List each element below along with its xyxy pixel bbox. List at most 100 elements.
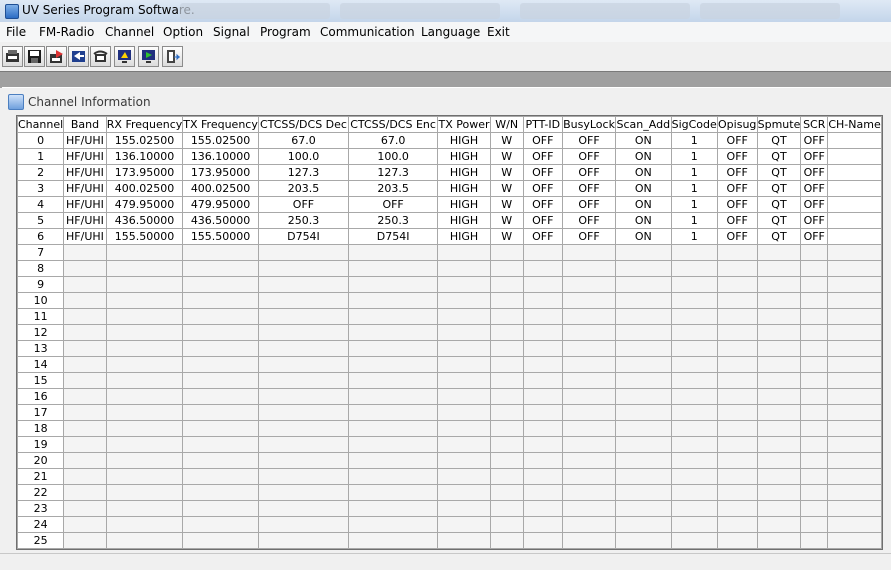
table-cell[interactable] [348, 276, 439, 293]
table-cell[interactable] [827, 324, 882, 341]
table-cell[interactable] [522, 484, 564, 501]
table-cell[interactable]: QT [756, 196, 802, 213]
table-cell[interactable] [827, 436, 882, 453]
table-cell[interactable]: 127.3 [348, 164, 439, 181]
table-cell[interactable] [670, 452, 718, 469]
table-cell[interactable] [522, 292, 564, 309]
table-cell[interactable] [348, 500, 439, 517]
table-cell[interactable] [756, 388, 802, 405]
table-cell[interactable] [615, 340, 672, 357]
table-cell[interactable] [670, 420, 718, 437]
table-cell[interactable] [756, 340, 802, 357]
table-cell[interactable] [257, 436, 350, 453]
table-cell[interactable] [615, 276, 672, 293]
table-cell[interactable] [615, 372, 672, 389]
table-cell[interactable] [827, 196, 882, 213]
table-row[interactable]: 13 [17, 340, 882, 357]
column-header[interactable]: BusyLock [562, 116, 617, 133]
table-cell[interactable]: OFF [716, 164, 758, 181]
table-cell[interactable] [63, 436, 107, 453]
table-row[interactable]: 12 [17, 324, 882, 341]
table-cell[interactable] [756, 516, 802, 533]
table-cell[interactable] [716, 388, 758, 405]
table-cell[interactable]: 173.95000 [105, 164, 184, 181]
table-cell[interactable]: HIGH [437, 164, 491, 181]
phone-button[interactable] [90, 46, 111, 67]
table-cell[interactable] [827, 260, 882, 277]
table-cell[interactable]: ON [615, 212, 672, 229]
table-cell[interactable] [348, 516, 439, 533]
table-row[interactable]: 21 [17, 468, 882, 485]
menu-exit[interactable]: Exit [487, 25, 510, 39]
table-cell[interactable] [756, 420, 802, 437]
table-cell[interactable]: OFF [522, 148, 564, 165]
table-cell[interactable] [489, 404, 524, 421]
column-header[interactable]: PTT-ID [522, 116, 564, 133]
table-cell[interactable] [348, 292, 439, 309]
table-cell[interactable] [348, 404, 439, 421]
table-cell[interactable]: 1 [670, 180, 718, 197]
table-cell[interactable] [182, 388, 259, 405]
table-cell[interactable] [827, 212, 882, 229]
table-cell[interactable]: 479.95000 [105, 196, 184, 213]
table-cell[interactable] [63, 356, 107, 373]
table-cell[interactable] [105, 516, 184, 533]
table-cell[interactable] [800, 292, 829, 309]
column-header[interactable]: Band [63, 116, 107, 133]
table-cell[interactable]: 155.50000 [105, 228, 184, 245]
table-cell[interactable] [257, 404, 350, 421]
table-cell[interactable] [756, 404, 802, 421]
table-cell[interactable] [670, 500, 718, 517]
table-cell[interactable] [348, 452, 439, 469]
table-cell[interactable] [182, 420, 259, 437]
table-cell[interactable] [105, 436, 184, 453]
table-cell[interactable] [182, 436, 259, 453]
table-cell[interactable]: OFF [800, 132, 829, 149]
table-cell[interactable]: OFF [522, 164, 564, 181]
table-cell[interactable]: 67.0 [257, 132, 350, 149]
table-cell[interactable] [63, 500, 107, 517]
table-cell[interactable] [800, 308, 829, 325]
table-cell[interactable] [182, 244, 259, 261]
table-cell[interactable] [63, 452, 107, 469]
table-cell[interactable] [257, 516, 350, 533]
table-cell[interactable]: 155.02500 [105, 132, 184, 149]
table-cell[interactable] [562, 500, 617, 517]
table-cell[interactable] [716, 500, 758, 517]
table-cell[interactable] [105, 372, 184, 389]
table-row[interactable]: 2 HF/UHI 173.95000 173.95000 127.3 127.3 HIGH W… [17, 164, 882, 181]
table-cell[interactable]: 479.95000 [182, 196, 259, 213]
table-cell[interactable] [522, 340, 564, 357]
table-cell[interactable]: 436.50000 [182, 212, 259, 229]
table-cell[interactable]: OFF [800, 148, 829, 165]
table-cell[interactable] [615, 356, 672, 373]
table-cell[interactable]: 67.0 [348, 132, 439, 149]
table-cell[interactable] [63, 388, 107, 405]
table-cell[interactable] [63, 532, 107, 549]
table-row[interactable]: 15 [17, 372, 882, 389]
table-cell[interactable]: OFF [522, 132, 564, 149]
table-cell[interactable] [105, 468, 184, 485]
save-button[interactable] [24, 46, 45, 67]
table-cell[interactable] [670, 244, 718, 261]
table-cell[interactable] [827, 484, 882, 501]
table-cell[interactable] [716, 292, 758, 309]
table-cell[interactable] [562, 276, 617, 293]
table-cell[interactable] [437, 468, 491, 485]
table-cell[interactable] [800, 244, 829, 261]
table-cell[interactable] [63, 420, 107, 437]
table-cell[interactable]: 1 [670, 228, 718, 245]
table-cell[interactable]: 1 [670, 132, 718, 149]
table-cell[interactable]: OFF [522, 196, 564, 213]
table-cell[interactable]: D754I [348, 228, 439, 245]
table-cell[interactable] [827, 372, 882, 389]
table-cell[interactable] [670, 292, 718, 309]
table-cell[interactable] [800, 340, 829, 357]
table-cell[interactable] [105, 260, 184, 277]
table-cell[interactable]: W [489, 196, 524, 213]
table-cell[interactable] [257, 244, 350, 261]
table-row[interactable]: 8 [17, 260, 882, 277]
table-cell[interactable] [756, 372, 802, 389]
table-cell[interactable] [437, 500, 491, 517]
table-cell[interactable] [827, 420, 882, 437]
